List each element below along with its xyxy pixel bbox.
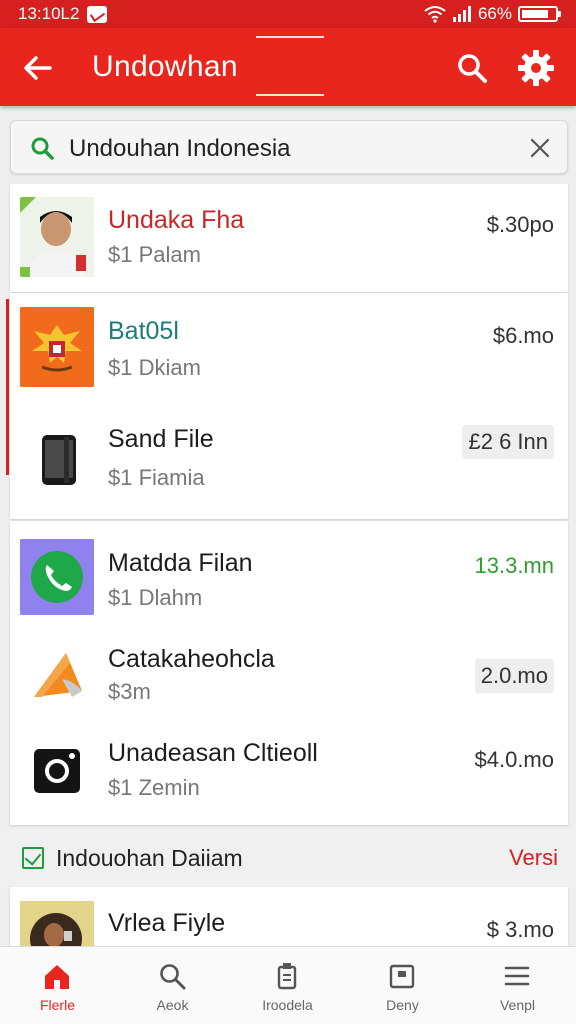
search-field[interactable]: Undouhan Indonesia (10, 120, 568, 174)
selection-indicator (6, 299, 9, 475)
item-price: $6.mo (492, 323, 554, 348)
item-price: $ 3.mo (486, 917, 554, 942)
item-subtitle: $1 Fiamia (108, 465, 205, 490)
bottom-nav: Flerle Aeok Iroodela Deny Venpl (0, 946, 576, 1024)
notification-icon (87, 5, 108, 23)
back-arrow-icon[interactable] (20, 50, 56, 86)
garuda-emblem-thumbnail (20, 307, 94, 387)
close-icon[interactable] (527, 135, 553, 161)
home-icon (45, 965, 69, 989)
signal-icon (452, 6, 471, 22)
item-title: Undaka Fha (108, 206, 245, 234)
section-action-link[interactable]: Versi (509, 845, 558, 871)
page-title: Undowhan (92, 50, 238, 83)
item-price: $.30po (486, 212, 554, 237)
wifi-icon (424, 6, 446, 23)
nav-label: Deny (386, 997, 419, 1013)
search-input[interactable]: Undouhan Indonesia (69, 135, 291, 163)
battery-icon (518, 6, 561, 22)
list-card: Vrlea Fiyle $1 $ 3.mo (10, 887, 568, 946)
list-item[interactable]: Vrlea Fiyle $1 $ 3.mo (10, 887, 568, 946)
nav-item-archive[interactable]: Iroodela (230, 947, 345, 1024)
list-item[interactable]: Undaka Fha $1 Palam $.30po (10, 184, 568, 292)
nav-item-search[interactable]: Aeok (115, 947, 230, 1024)
item-subtitle: $1 Palam (108, 242, 201, 267)
list-card: Matdda Filan $1 Dlahm 13.3.mn Catakaheoh… (10, 521, 568, 825)
list-item[interactable]: Matdda Filan $1 Dlahm 13.3.mn (10, 521, 568, 621)
orange-wedge-icon (20, 635, 94, 711)
nav-item-inbox[interactable]: Deny (345, 947, 460, 1024)
item-title: Catakaheohcla (108, 645, 275, 673)
search-icon (31, 137, 54, 160)
status-time: 13:10L2 (18, 4, 80, 23)
list-item[interactable]: Unadeasan Cltieoll $1 Zemin $4.0.mo (10, 719, 568, 825)
camera-icon (20, 731, 94, 809)
section-header: Indouohan Daiiam Versi (0, 830, 576, 886)
inbox-icon (389, 964, 415, 989)
nav-item-menu[interactable]: Venpl (460, 947, 575, 1024)
call-app-thumbnail (20, 539, 94, 615)
list-item[interactable]: Bat05l $1 Dkiam $6.mo (10, 293, 568, 403)
item-subtitle: $1 Dkiam (108, 355, 201, 380)
search-icon[interactable] (454, 50, 490, 86)
nav-item-home[interactable]: Flerle (0, 947, 115, 1024)
item-subtitle: $3m (108, 679, 151, 704)
menu-icon (504, 966, 530, 986)
item-subtitle: $1 Dlahm (108, 585, 203, 610)
item-price: $4.0.mo (474, 747, 555, 772)
item-price: 2.0.mo (474, 659, 554, 693)
item-price: 13.3.mn (474, 553, 555, 578)
battery-percent: 66% (477, 4, 512, 23)
list-card: Undaka Fha $1 Palam $.30po (10, 184, 568, 292)
title-decoration-top (256, 36, 324, 38)
item-price: £2 6 Inn (462, 425, 554, 459)
archive-icon (277, 963, 297, 990)
app-bar: Undowhan (0, 28, 576, 106)
item-title: Bat05l (108, 317, 179, 345)
item-subtitle: $1 Zemin (108, 775, 200, 800)
nav-label: Iroodela (262, 997, 313, 1013)
checkbox-icon[interactable] (22, 847, 44, 869)
list-item[interactable]: Catakaheohcla $3m 2.0.mo (10, 621, 568, 719)
title-decoration-bottom (256, 94, 324, 96)
gear-icon[interactable] (516, 48, 556, 88)
status-bar: 13:10L2 66% (0, 0, 576, 28)
nav-label: Venpl (499, 997, 536, 1013)
section-label: Indouohan Daiiam (56, 845, 243, 871)
item-title: Sand File (108, 425, 214, 453)
nav-label: Flerle (39, 997, 75, 1013)
item-title: Matdda Filan (108, 549, 253, 577)
item-title: Vrlea Fiyle (108, 909, 226, 937)
search-icon (160, 964, 186, 990)
nav-label: Aeok (156, 997, 189, 1013)
person-photo-thumbnail (20, 901, 94, 946)
list-card: Bat05l $1 Dkiam $6.mo Sand File $1 Fiami… (6, 293, 568, 519)
item-title: Unadeasan Cltieoll (108, 739, 318, 767)
phone-icon (20, 417, 94, 497)
list-item[interactable]: Sand File $1 Fiamia £2 6 Inn (10, 403, 568, 519)
person-photo-thumbnail (20, 197, 94, 277)
